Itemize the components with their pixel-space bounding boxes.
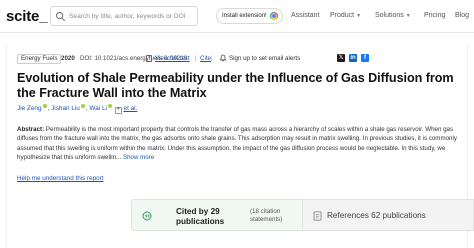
article-meta-row: Energy Fuels 2020 DOI: 10.1021/acs.energ… [17,54,457,66]
author-link[interactable]: Jie Zeng [17,105,42,112]
citation-stats-bar: Cited by 29 publications (18 citation st… [131,199,474,231]
document-icon [313,211,322,221]
search-icon [55,11,66,22]
expand-authors-icon[interactable]: + [114,107,122,114]
search-input[interactable] [69,9,195,24]
help-understand-link[interactable]: Help me understand this report [17,175,103,182]
nav-blog[interactable]: Blog [455,12,469,19]
orcid-icon [80,104,85,108]
nav-pricing[interactable]: Pricing [424,12,445,19]
nav-product[interactable]: Product ▼ [330,12,361,19]
publication-year: 2020 [61,55,75,62]
top-navigation-bar: scite_ Install extension! Assistant Prod… [0,0,474,33]
install-extension-label: Install extension! [222,13,267,19]
chevron-down-icon: ▼ [405,13,411,19]
twitter-x-icon[interactable]: 𝕏 [337,54,345,62]
author-list: Jie Zeng, Jishan Liu, Wai Li + et al. [17,104,138,114]
abstract-text: Permeability is the most important prope… [17,126,457,162]
author-link[interactable]: Jishan Liu [51,105,80,112]
abstract: Abstract: Permeability is the most impor… [17,125,461,163]
scite-logo[interactable]: scite_ [6,8,48,25]
nav-solutions[interactable]: Solutions ▼ [375,12,411,19]
chrome-icon [269,12,278,20]
nav-pricing-label: Pricing [424,12,446,19]
author-link[interactable]: Wai Li [89,105,107,112]
references-panel[interactable]: References 62 publications [303,199,474,231]
email-alerts-link[interactable]: Sign up to set email alerts [229,55,300,62]
nav-blog-label: Blog [455,12,470,19]
citation-statements-count: (18 citation statements) [250,208,283,223]
nav-product-label: Product [330,12,355,19]
linkedin-icon[interactable]: in [349,54,357,62]
et-al-link[interactable]: et al. [124,105,138,112]
facebook-icon[interactable]: f [361,54,369,62]
nav-assistant[interactable]: Assistant [291,12,319,19]
install-extension-button[interactable]: Install extension! [216,8,283,24]
orcid-icon [107,104,112,108]
copy-icon[interactable] [146,55,152,62]
view-full-text-link[interactable]: View full text [155,55,190,62]
separator: | [211,55,213,62]
journal-badge[interactable]: Energy Fuels [17,54,62,64]
cite-link[interactable]: Cite [200,55,211,62]
chevron-down-icon: ▼ [356,13,362,19]
search-box[interactable] [50,6,198,26]
nav-assistant-label: Assistant [291,12,320,19]
quote-bubble-icon [142,211,152,221]
nav-solutions-label: Solutions [375,12,404,19]
abstract-label: Abstract: [17,126,45,133]
bell-icon [219,54,227,62]
orcid-icon [42,104,47,108]
cited-by-panel[interactable]: Cited by 29 publications (18 citation st… [131,199,303,231]
article-title: Evolution of Shale Permeability under th… [17,71,454,100]
cited-by-label: Cited by 29 publications [176,207,225,226]
separator: | [195,55,197,62]
references-label: References 62 publications [327,211,426,220]
show-more-link[interactable]: Show more [123,154,154,161]
